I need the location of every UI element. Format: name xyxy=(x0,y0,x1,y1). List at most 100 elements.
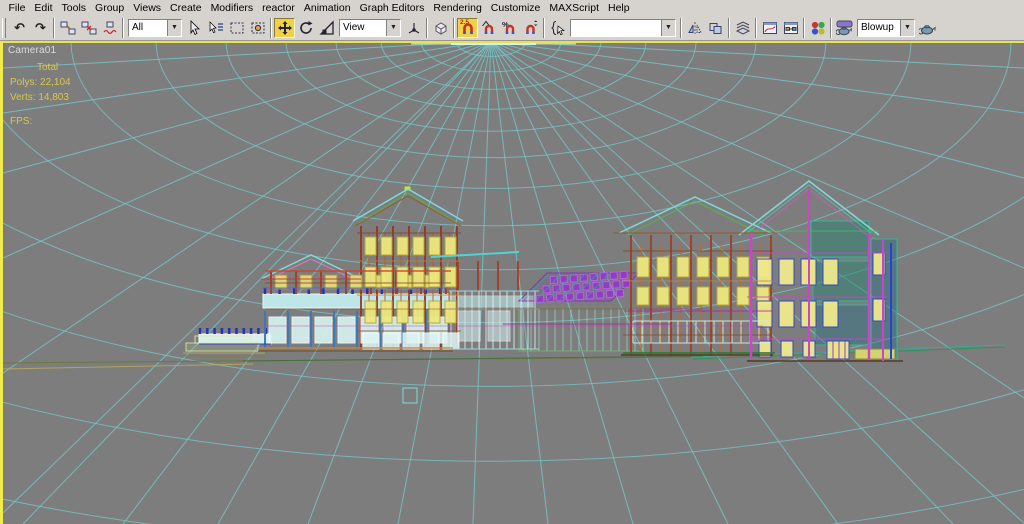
stats-total: Total xyxy=(37,60,71,75)
redo-button[interactable]: ↷ xyxy=(30,18,51,38)
selection-filter-dropdown[interactable]: All ▼ xyxy=(128,19,182,37)
redo-icon: ↷ xyxy=(35,21,46,34)
toolbar-separator xyxy=(426,18,428,38)
named-selection-sets-dropdown[interactable]: ▼ xyxy=(570,19,676,37)
rectangular-selection-region-icon xyxy=(229,20,245,36)
viewport-label[interactable]: Camera01 xyxy=(8,45,56,56)
select-and-rotate-icon xyxy=(298,20,314,36)
menu-reactor[interactable]: reactor xyxy=(258,2,300,14)
main-toolbar: ↶ ↷ All ▼ View ▼ 2.5 % xyxy=(0,15,1024,41)
undo-button[interactable]: ↶ xyxy=(9,18,30,38)
menu-bar: File Edit Tools Group Views Create Modif… xyxy=(0,0,1024,15)
viewport-canvas xyxy=(3,43,1024,524)
select-and-scale-icon xyxy=(319,20,335,36)
menu-file[interactable]: File xyxy=(4,2,30,14)
toolbar-separator xyxy=(270,18,272,38)
select-by-name-button[interactable] xyxy=(205,18,226,38)
material-editor-button[interactable] xyxy=(807,18,828,38)
stats-polys: Polys: 22,104 xyxy=(10,75,71,90)
align-button[interactable] xyxy=(705,18,726,38)
menu-help[interactable]: Help xyxy=(604,2,635,14)
select-and-scale-button[interactable] xyxy=(316,18,337,38)
stats-fps: FPS: xyxy=(10,114,71,129)
mirror-icon xyxy=(687,20,703,36)
selection-filter-value: All xyxy=(129,20,167,36)
use-pivot-point-center-icon xyxy=(406,20,422,36)
curve-editor-icon xyxy=(762,20,778,36)
menu-graph-editors[interactable]: Graph Editors xyxy=(355,2,429,14)
window-crossing-toggle-button[interactable] xyxy=(247,18,268,38)
select-and-move-icon xyxy=(277,20,293,36)
select-and-manipulate-icon xyxy=(433,20,449,36)
dropdown-arrow-icon[interactable]: ▼ xyxy=(900,20,914,36)
select-and-move-button[interactable] xyxy=(274,18,295,38)
wireframe-building xyxy=(186,181,903,361)
toolbar-separator xyxy=(122,18,124,38)
toolbar-separator xyxy=(543,18,545,38)
bind-to-space-warp-icon xyxy=(102,20,118,36)
render-type-dropdown[interactable]: Blowup ▼ xyxy=(857,19,915,37)
menu-tools[interactable]: Tools xyxy=(57,2,91,14)
menu-group[interactable]: Group xyxy=(91,2,129,14)
select-and-link-icon xyxy=(60,20,76,36)
toolbar-separator xyxy=(830,18,832,38)
reference-coordinate-system-dropdown[interactable]: View ▼ xyxy=(339,19,401,37)
camera-viewport[interactable]: Camera01 Total Polys: 22,104 Verts: 14,8… xyxy=(0,41,1024,524)
toolbar-grip[interactable] xyxy=(2,18,6,38)
menu-rendering[interactable]: Rendering xyxy=(429,2,486,14)
select-and-manipulate-button[interactable] xyxy=(430,18,451,38)
quick-render-icon xyxy=(919,20,936,36)
select-object-icon xyxy=(187,20,203,36)
unlink-selection-icon xyxy=(81,20,97,36)
small-wireframe-box xyxy=(403,388,417,403)
spinner-snap-toggle-button[interactable] xyxy=(520,18,541,38)
dropdown-arrow-icon[interactable]: ▼ xyxy=(661,20,675,36)
percent-snap-icon: % xyxy=(502,20,518,36)
menu-views[interactable]: Views xyxy=(129,2,166,14)
rectangular-selection-region-button[interactable] xyxy=(226,18,247,38)
dropdown-arrow-icon[interactable]: ▼ xyxy=(386,20,400,36)
render-scene-icon xyxy=(836,20,853,36)
menu-modifiers[interactable]: Modifiers xyxy=(206,2,258,14)
use-pivot-point-center-button[interactable] xyxy=(403,18,424,38)
toolbar-separator xyxy=(453,18,455,38)
menu-animation[interactable]: Animation xyxy=(299,2,355,14)
curve-editor-button[interactable] xyxy=(759,18,780,38)
quick-render-button[interactable] xyxy=(917,18,938,38)
menu-create[interactable]: Create xyxy=(166,2,207,14)
menu-customize[interactable]: Customize xyxy=(486,2,545,14)
menu-edit[interactable]: Edit xyxy=(30,2,57,14)
schematic-view-button[interactable] xyxy=(780,18,801,38)
snap-toggle-button[interactable]: 2.5 xyxy=(457,18,478,38)
toolbar-separator xyxy=(53,18,55,38)
render-type-value: Blowup xyxy=(858,20,900,36)
viewport-statistics: Total Polys: 22,104 Verts: 14,803 FPS: xyxy=(10,60,71,129)
window-crossing-icon xyxy=(250,20,266,36)
layer-manager-button[interactable] xyxy=(732,18,753,38)
spinner-snap-icon xyxy=(523,20,539,36)
material-editor-icon xyxy=(810,20,826,36)
coordinate-system-value: View xyxy=(340,20,386,36)
toolbar-separator xyxy=(680,18,682,38)
angle-snap-icon xyxy=(481,20,497,36)
schematic-view-icon xyxy=(783,20,799,36)
select-and-link-button[interactable] xyxy=(57,18,78,38)
toolbar-separator xyxy=(803,18,805,38)
render-scene-button[interactable] xyxy=(834,18,855,38)
dropdown-arrow-icon[interactable]: ▼ xyxy=(167,20,181,36)
percent-snap-toggle-button[interactable]: % xyxy=(499,18,520,38)
angle-snap-toggle-button[interactable] xyxy=(478,18,499,38)
menu-maxscript[interactable]: MAXScript xyxy=(545,2,604,14)
unlink-selection-button[interactable] xyxy=(78,18,99,38)
edit-named-selections-button[interactable] xyxy=(547,18,568,38)
edit-named-selections-icon xyxy=(550,20,566,36)
bind-to-space-warp-button[interactable] xyxy=(99,18,120,38)
undo-icon: ↶ xyxy=(14,21,25,34)
select-object-button[interactable] xyxy=(184,18,205,38)
select-by-name-icon xyxy=(208,20,224,36)
stats-verts: Verts: 14,803 xyxy=(10,90,71,105)
layer-manager-icon xyxy=(735,20,751,36)
select-and-rotate-button[interactable] xyxy=(295,18,316,38)
snap-mode-label: 2.5 xyxy=(460,19,469,26)
mirror-button[interactable] xyxy=(684,18,705,38)
